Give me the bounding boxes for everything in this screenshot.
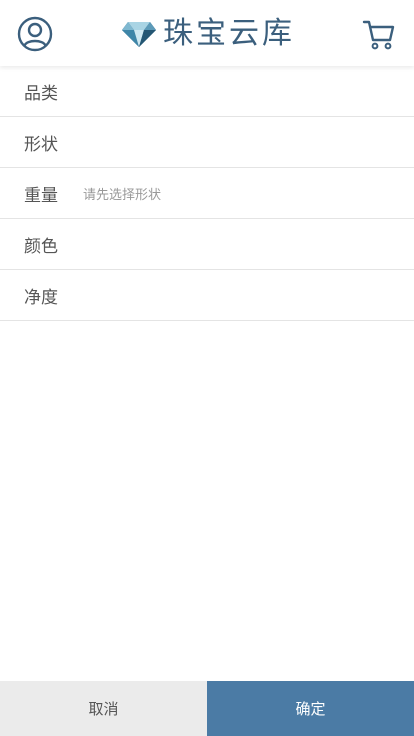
filter-label: 品类 xyxy=(24,83,58,104)
filter-row-shape[interactable]: 形状 xyxy=(0,117,414,168)
filter-list: 品类 形状 重量 请先选择形状 颜色 净度 xyxy=(0,66,414,321)
cancel-button[interactable]: 取消 xyxy=(0,681,207,736)
user-button[interactable] xyxy=(15,14,55,54)
filter-row-color[interactable]: 颜色 xyxy=(0,219,414,270)
confirm-button[interactable]: 确定 xyxy=(207,681,414,736)
action-bar: 取消 确定 xyxy=(0,681,414,736)
filter-row-category[interactable]: 品类 xyxy=(0,66,414,117)
diamond-icon xyxy=(122,22,156,47)
cart-button[interactable] xyxy=(359,14,399,54)
filter-label: 颜色 xyxy=(24,236,58,257)
shopping-cart-icon xyxy=(362,20,395,50)
logo-text: 珠宝云库 xyxy=(163,16,295,51)
filter-row-clarity[interactable]: 净度 xyxy=(0,270,414,321)
user-circle-icon xyxy=(17,16,53,52)
brand-logo: 珠宝云库 xyxy=(121,14,295,54)
filter-label: 净度 xyxy=(24,287,58,308)
filter-label: 形状 xyxy=(24,134,58,155)
filter-hint: 请先选择形状 xyxy=(83,187,162,203)
app-header: 珠宝云库 xyxy=(0,0,414,66)
filter-label: 重量 xyxy=(24,185,58,206)
filter-row-weight[interactable]: 重量 请先选择形状 xyxy=(0,168,414,219)
